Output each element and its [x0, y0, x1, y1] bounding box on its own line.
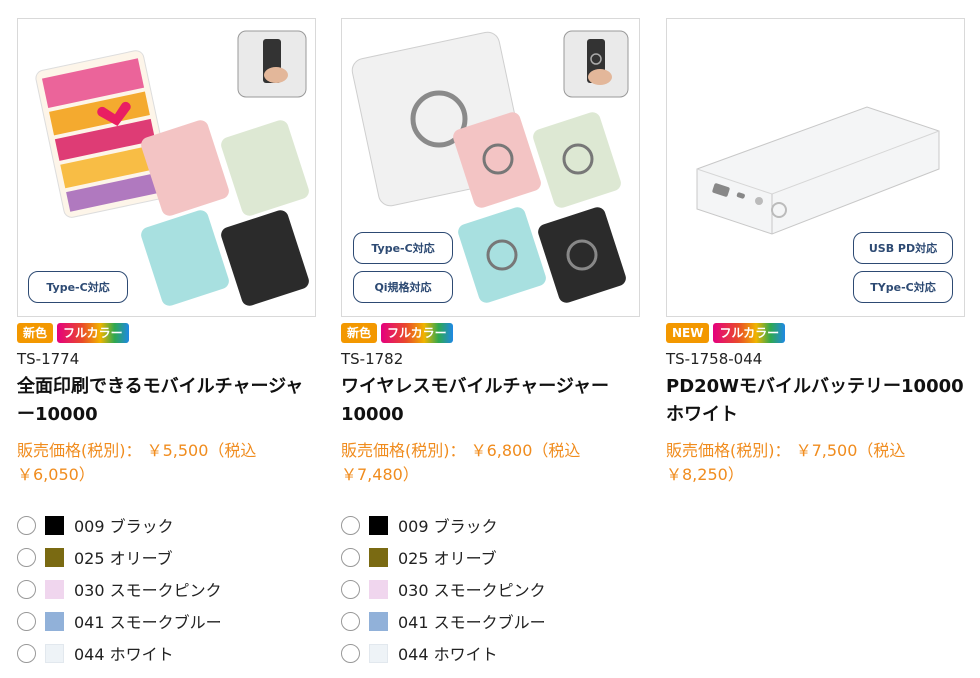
full-color-badge: フルカラー: [381, 323, 453, 343]
color-option[interactable]: 041 スモークブルー: [341, 605, 641, 637]
radio-button[interactable]: [341, 611, 360, 631]
radio-button[interactable]: [17, 515, 36, 535]
color-label: 030 スモークピンク: [74, 581, 222, 600]
color-option[interactable]: 030 スモークピンク: [17, 573, 317, 605]
new-badge: NEW: [666, 323, 710, 343]
color-swatch: [45, 611, 64, 631]
color-options: 009 ブラック 025 オリーブ 030 スモークピンク 041 スモークブル…: [341, 509, 641, 669]
color-swatch: [45, 579, 64, 599]
color-swatch: [369, 643, 388, 663]
tag-badge: TYpe-C対応: [853, 271, 953, 303]
product-price: 販売価格(税別)： ￥5,500（税込￥6,050）: [17, 441, 257, 484]
color-label: 041 スモークブルー: [398, 613, 546, 632]
color-swatch: [369, 547, 388, 567]
color-label: 041 スモークブルー: [74, 613, 222, 632]
product-card[interactable]: Type-C対応 Qi規格対応 新色 フルカラー TS-1782 ワイヤレスモバ…: [341, 18, 641, 669]
radio-button[interactable]: [341, 579, 360, 599]
product-card[interactable]: Type-C対応 新色 フルカラー TS-1774 全面印刷できるモバイルチャー…: [17, 18, 317, 669]
color-options: 009 ブラック 025 オリーブ 030 スモークピンク 041 スモークブル…: [17, 509, 317, 669]
color-option[interactable]: 009 ブラック: [17, 509, 317, 541]
product-image[interactable]: Type-C対応 Qi規格対応: [341, 18, 640, 317]
color-option[interactable]: 025 オリーブ: [341, 541, 641, 573]
color-option[interactable]: 009 ブラック: [341, 509, 641, 541]
color-label: 009 ブラック: [74, 517, 174, 536]
color-swatch: [369, 579, 388, 599]
product-card[interactable]: USB PD対応 TYpe-C対応 NEW フルカラー TS-1758-044 …: [666, 18, 980, 487]
full-color-badge: フルカラー: [713, 323, 786, 343]
color-label: 030 スモークピンク: [398, 581, 546, 600]
product-price: 販売価格(税別)： ￥6,800（税込￥7,480）: [341, 441, 581, 484]
radio-button[interactable]: [341, 643, 360, 663]
color-option[interactable]: 025 オリーブ: [17, 541, 317, 573]
product-image[interactable]: USB PD対応 TYpe-C対応: [666, 18, 965, 317]
color-swatch: [45, 515, 64, 535]
tag-badge: Qi規格対応: [353, 271, 453, 303]
product-code: TS-1758-044: [666, 350, 763, 368]
tag-badge: Type-C対応: [28, 271, 128, 303]
color-label: 009 ブラック: [398, 517, 498, 536]
color-label: 025 オリーブ: [74, 549, 173, 568]
radio-button[interactable]: [17, 579, 36, 599]
tag-badge: Type-C対応: [353, 232, 453, 264]
product-code: TS-1782: [341, 350, 404, 368]
color-swatch: [369, 611, 388, 631]
color-option[interactable]: 044 ホワイト: [17, 637, 317, 669]
product-image[interactable]: Type-C対応: [17, 18, 316, 317]
color-option[interactable]: 044 ホワイト: [341, 637, 641, 669]
full-color-badge: フルカラー: [57, 323, 129, 343]
radio-button[interactable]: [341, 515, 360, 535]
color-label: 044 ホワイト: [398, 645, 498, 664]
color-label: 025 オリーブ: [398, 549, 497, 568]
radio-button[interactable]: [17, 611, 36, 631]
color-swatch: [369, 515, 388, 535]
new-color-badge: 新色: [341, 323, 378, 343]
color-swatch: [45, 547, 64, 567]
color-swatch: [45, 643, 64, 663]
product-title[interactable]: 全面印刷できるモバイルチャージャー10000: [17, 373, 317, 429]
radio-button[interactable]: [17, 643, 36, 663]
radio-button[interactable]: [17, 547, 36, 567]
product-title[interactable]: ワイヤレスモバイルチャージャー10000: [341, 373, 641, 429]
product-title[interactable]: PD20Wモバイルバッテリー10000 ホワイト: [666, 373, 980, 429]
tag-badge: USB PD対応: [853, 232, 953, 264]
color-option[interactable]: 041 スモークブルー: [17, 605, 317, 637]
product-code: TS-1774: [17, 350, 80, 368]
product-price: 販売価格(税別)： ￥7,500（税込￥8,250）: [666, 441, 906, 484]
radio-button[interactable]: [341, 547, 360, 567]
color-option[interactable]: 030 スモークピンク: [341, 573, 641, 605]
color-label: 044 ホワイト: [74, 645, 174, 664]
new-color-badge: 新色: [17, 323, 54, 343]
